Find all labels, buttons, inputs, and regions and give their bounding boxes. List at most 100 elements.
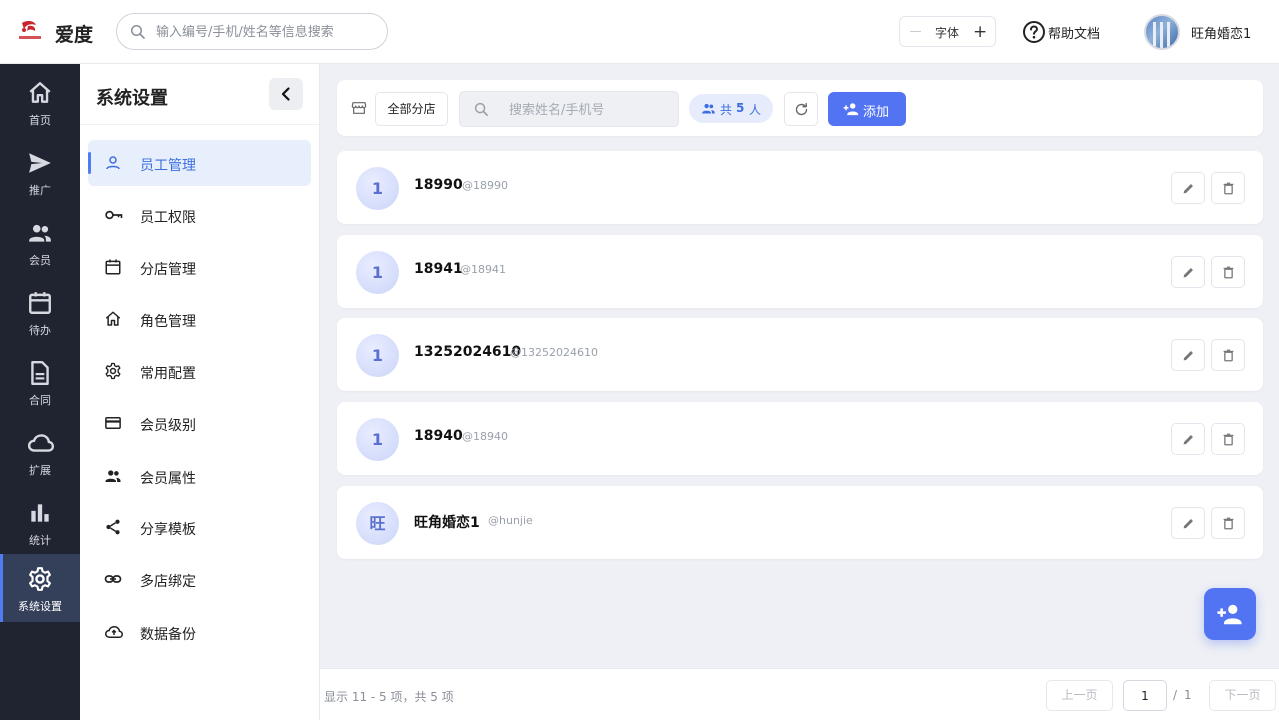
menu-item-common-config[interactable]: 常用配置 <box>88 348 311 394</box>
chevron-left-icon <box>281 87 290 101</box>
people-icon <box>702 103 715 114</box>
nav-label: 待办 <box>29 324 51 337</box>
person-icon <box>106 156 120 170</box>
add-staff-label: 添加 <box>863 105 890 120</box>
calendar-icon <box>29 292 51 314</box>
font-decrease-button[interactable] <box>910 31 921 32</box>
nav-item-statistics[interactable]: 统计 <box>0 492 80 560</box>
staff-search-box[interactable] <box>459 91 679 127</box>
menu-label: 员工权限 <box>140 210 196 226</box>
username[interactable]: 旺角婚恋1 <box>1191 23 1251 42</box>
pagination-summary: 显示 11 - 5 项，共 5 项 <box>324 690 454 704</box>
staff-name: 18940 <box>414 428 463 444</box>
menu-item-member-level[interactable]: 会员级别 <box>88 400 311 446</box>
nav-item-members[interactable]: 会员 <box>0 212 80 280</box>
staff-row[interactable]: 旺 旺角婚恋1 @hunjie <box>337 486 1263 559</box>
menu-item-staff-management[interactable]: 员工管理 <box>88 140 311 186</box>
card-icon <box>105 417 121 429</box>
edit-staff-button[interactable] <box>1171 339 1205 371</box>
gear-icon <box>105 362 121 380</box>
nav-label: 统计 <box>29 534 51 547</box>
menu-label: 角色管理 <box>140 314 196 330</box>
nav-item-settings[interactable]: 系统设置 <box>0 554 80 622</box>
menu-label: 会员级别 <box>140 418 196 434</box>
delete-staff-button[interactable] <box>1211 423 1245 455</box>
staff-row[interactable]: 1 18990 @18990 <box>337 151 1263 224</box>
nav-item-home[interactable]: 首页 <box>0 72 80 140</box>
user-avatar[interactable] <box>1144 14 1180 50</box>
floating-add-staff-button[interactable] <box>1204 588 1256 640</box>
nav-label: 合同 <box>29 394 51 407</box>
help-icon <box>1023 21 1045 43</box>
global-search-input[interactable] <box>156 22 376 42</box>
global-search-box[interactable] <box>116 13 388 50</box>
edit-staff-button[interactable] <box>1171 507 1205 539</box>
count-value: 5 <box>736 101 745 115</box>
refresh-button[interactable] <box>784 92 818 126</box>
add-staff-button[interactable]: 添加 <box>828 92 906 126</box>
font-size-control: 字体 + <box>899 16 996 47</box>
store-filter-select[interactable]: 全部分店 <box>375 92 448 126</box>
menu-label: 常用配置 <box>140 366 196 382</box>
staff-row[interactable]: 1 13252024610 @13252024610 <box>337 318 1263 391</box>
menu-item-data-backup[interactable]: 数据备份 <box>88 609 311 655</box>
pencil-icon <box>1183 435 1193 445</box>
staff-search-input[interactable] <box>509 100 669 120</box>
menu-item-staff-permissions[interactable]: 员工权限 <box>88 192 311 238</box>
menu-label: 分享模板 <box>140 522 196 538</box>
font-increase-button[interactable]: + <box>973 22 987 42</box>
nav-label: 推广 <box>29 184 51 197</box>
menu-item-share-templates[interactable]: 分享模板 <box>88 504 311 550</box>
trash-icon <box>1223 517 1234 530</box>
staff-toolbar: 全部分店 共 5 人 添加 <box>337 80 1263 136</box>
staff-row[interactable]: 1 18941 @18941 <box>337 235 1263 308</box>
gear-icon <box>29 567 51 591</box>
store-icon <box>351 102 367 114</box>
top-bar: 爱度 字体 + 帮助文档 旺角婚恋1 <box>0 0 1279 64</box>
menu-label: 会员属性 <box>140 471 196 487</box>
main-nav: 首页 推广 会员 待办 合同 扩展 统计 系统设置 <box>0 64 80 720</box>
submenu-title: 系统设置 <box>96 88 168 109</box>
staff-row[interactable]: 1 18940 @18940 <box>337 402 1263 475</box>
collapse-sidebar-button[interactable] <box>269 78 303 110</box>
count-suffix: 人 <box>749 103 762 117</box>
menu-item-multi-store-binding[interactable]: 多店绑定 <box>88 556 311 602</box>
pencil-icon <box>1183 351 1193 361</box>
settings-submenu: 系统设置 员工管理 员工权限 分店管理 角色管理 常用配置 会员级别 会员属性 … <box>80 64 320 720</box>
next-page-button[interactable]: 下一页 <box>1209 680 1276 711</box>
delete-staff-button[interactable] <box>1211 256 1245 288</box>
staff-avatar: 1 <box>356 167 399 210</box>
pencil-icon <box>1183 268 1193 278</box>
delete-staff-button[interactable] <box>1211 507 1245 539</box>
home-icon <box>105 311 121 326</box>
edit-staff-button[interactable] <box>1171 256 1205 288</box>
menu-item-role-management[interactable]: 角色管理 <box>88 296 311 342</box>
nav-label: 扩展 <box>29 464 51 477</box>
menu-item-member-attributes[interactable]: 会员属性 <box>88 453 311 499</box>
staff-name: 18990 <box>414 177 463 193</box>
menu-item-branch-management[interactable]: 分店管理 <box>88 244 311 290</box>
edit-staff-button[interactable] <box>1171 172 1205 204</box>
document-icon <box>31 360 49 386</box>
nav-item-extensions[interactable]: 扩展 <box>0 422 80 490</box>
add-person-icon <box>1217 604 1242 625</box>
link-icon <box>104 575 122 583</box>
menu-label: 分店管理 <box>140 262 196 278</box>
staff-handle: @18940 <box>462 430 508 443</box>
nav-item-todo[interactable]: 待办 <box>0 282 80 350</box>
delete-staff-button[interactable] <box>1211 339 1245 371</box>
staff-avatar: 1 <box>356 418 399 461</box>
staff-name: 13252024610 <box>414 344 522 360</box>
nav-item-contracts[interactable]: 合同 <box>0 352 80 420</box>
nav-label: 会员 <box>29 254 51 267</box>
staff-name: 旺角婚恋1 <box>414 515 480 531</box>
edit-staff-button[interactable] <box>1171 423 1205 455</box>
app-logo[interactable] <box>18 20 42 42</box>
staff-handle: @18990 <box>462 179 508 192</box>
calendar-icon <box>105 259 121 275</box>
prev-page-button[interactable]: 上一页 <box>1046 680 1113 711</box>
key-icon <box>105 210 123 220</box>
delete-staff-button[interactable] <box>1211 172 1245 204</box>
page-number-input[interactable] <box>1123 680 1167 711</box>
nav-item-promote[interactable]: 推广 <box>0 142 80 210</box>
